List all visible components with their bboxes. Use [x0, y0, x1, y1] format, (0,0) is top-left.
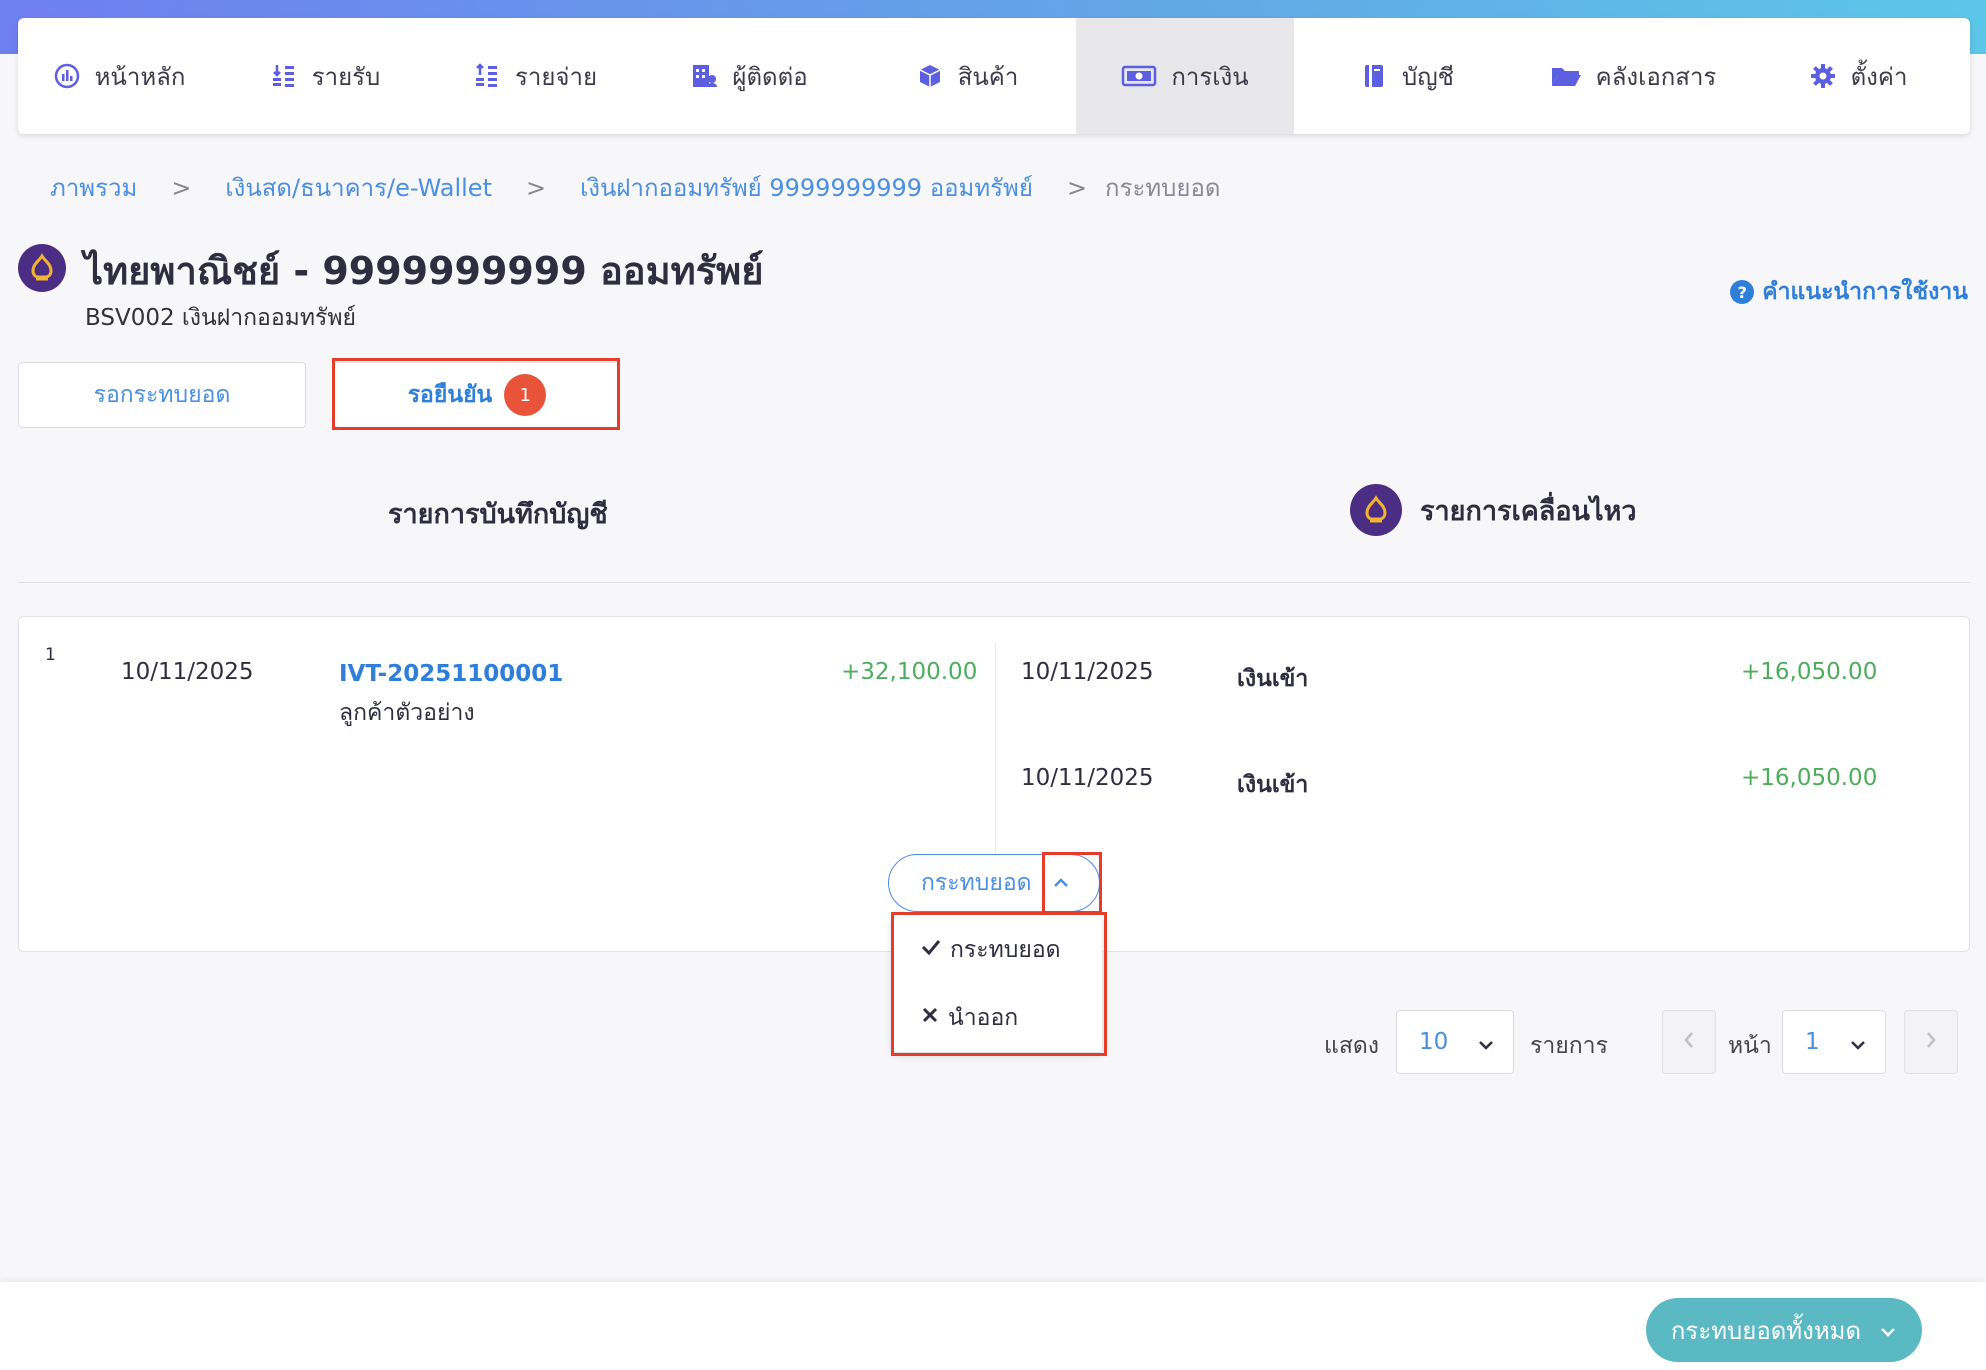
- help-label: คำแนะนำการใช้งาน: [1762, 279, 1968, 305]
- tab-label: รอยืนยัน: [407, 382, 493, 408]
- movement-type: เงินเข้า: [1237, 666, 1309, 692]
- movement-type: เงินเข้า: [1237, 772, 1309, 798]
- question-icon: ?: [1730, 280, 1755, 304]
- nav-item-products[interactable]: สินค้า: [858, 18, 1076, 134]
- nav-item-documents[interactable]: คลังเอกสาร: [1520, 18, 1746, 134]
- breadcrumb-current: กระทบยอด: [1105, 174, 1221, 202]
- column-heading-book: รายการบันทึกบัญชี: [388, 492, 608, 535]
- column-heading-label: รายการเคลื่อนไหว: [1420, 495, 1637, 527]
- nav-item-settings[interactable]: ตั้งค่า: [1746, 18, 1970, 134]
- chevron-left-icon: [1683, 1030, 1695, 1054]
- folder-icon: [1550, 62, 1582, 90]
- nav-item-accounting[interactable]: บัญชี: [1294, 18, 1520, 134]
- document-number-link[interactable]: IVT-20251100001: [339, 661, 563, 687]
- column-heading-label: รายการบันทึกบัญชี: [388, 499, 608, 530]
- movement-date: 10/11/2025: [1021, 765, 1154, 791]
- main-navbar: หน้าหลัก รายรับ รายจ่าย ผู้ติดต่อ สินค้า…: [18, 18, 1970, 134]
- breadcrumb-overview[interactable]: ภาพรวม: [50, 168, 137, 207]
- breadcrumb-cash-bank[interactable]: เงินสด/ธนาคาร/e-Wallet: [225, 168, 492, 207]
- tab-pending-match[interactable]: รอกระทบยอด: [18, 362, 306, 428]
- scb-bank-logo-icon: [1350, 484, 1402, 536]
- match-button-label: กระทบยอด: [921, 870, 1032, 896]
- nav-item-contacts[interactable]: ผู้ติดต่อ: [640, 18, 858, 134]
- menu-item-label: นำออก: [948, 1005, 1019, 1031]
- page-size-value: 10: [1419, 1029, 1449, 1055]
- nav-item-expense[interactable]: รายจ่าย: [430, 18, 640, 134]
- book-amount: +32,100.00: [841, 659, 978, 685]
- page-value: 1: [1805, 1029, 1820, 1055]
- count-badge: 1: [504, 374, 547, 416]
- money-icon: [1121, 62, 1157, 90]
- tab-pending-confirm[interactable]: รอยืนยัน 1: [334, 362, 620, 428]
- box-icon: [916, 62, 944, 90]
- tab-label: รอกระทบยอด: [93, 382, 231, 408]
- movement-amount: +16,050.00: [1741, 659, 1878, 685]
- chevron-up-icon[interactable]: [1047, 869, 1075, 897]
- next-page-button[interactable]: [1904, 1010, 1958, 1074]
- contacts-icon: [690, 62, 718, 90]
- breadcrumb-separator: >: [171, 173, 192, 202]
- nav-item-income[interactable]: รายรับ: [220, 18, 430, 134]
- page-size-select[interactable]: 10: [1396, 1010, 1514, 1074]
- match-all-label: กระทบยอดทั้งหมด: [1670, 1316, 1862, 1345]
- nav-label: ผู้ติดต่อ: [732, 62, 808, 91]
- menu-item-label: กระทบยอด: [950, 937, 1061, 963]
- page-label: หน้า: [1728, 1033, 1772, 1059]
- ledger-icon: [1360, 62, 1388, 90]
- chevron-right-icon: [1925, 1030, 1937, 1054]
- breadcrumb-separator: >: [525, 173, 547, 202]
- match-all-button[interactable]: กระทบยอดทั้งหมด: [1646, 1298, 1922, 1362]
- movement-amount: +16,050.00: [1741, 765, 1878, 791]
- nav-label: หน้าหลัก: [94, 62, 186, 91]
- chevron-down-icon: [1849, 1031, 1867, 1057]
- breadcrumb-account[interactable]: เงินฝากออมทรัพย์ 9999999999 ออมทรัพย์: [580, 168, 1033, 207]
- nav-item-finance[interactable]: การเงิน: [1076, 18, 1294, 134]
- income-icon: [270, 62, 298, 90]
- nav-label: ตั้งค่า: [1850, 62, 1908, 91]
- chevron-down-icon: [1879, 1316, 1897, 1344]
- page-select[interactable]: 1: [1782, 1010, 1886, 1074]
- dashboard-icon: [53, 62, 81, 90]
- chevron-down-icon: [1477, 1031, 1495, 1057]
- close-icon: [920, 1005, 940, 1031]
- column-heading-bank: รายการเคลื่อนไหว: [1350, 484, 1637, 536]
- menu-item-match[interactable]: กระทบยอด: [920, 932, 1061, 968]
- nav-label: บัญชี: [1402, 62, 1454, 91]
- book-date: 10/11/2025: [121, 659, 254, 685]
- expense-icon: [473, 62, 501, 90]
- page-title: ไทยพาณิชย์ - 9999999999 ออมทรัพย์: [84, 249, 764, 293]
- nav-item-home[interactable]: หน้าหลัก: [18, 18, 220, 134]
- nav-label: รายรับ: [311, 62, 381, 91]
- breadcrumb-separator: >: [1066, 173, 1088, 202]
- check-icon: [920, 937, 942, 963]
- section-divider: [18, 582, 1970, 583]
- nav-label: สินค้า: [957, 62, 1019, 91]
- gear-icon: [1809, 62, 1837, 90]
- nav-label: รายจ่าย: [514, 62, 598, 91]
- row-index: 1: [45, 645, 56, 665]
- menu-item-remove[interactable]: นำออก: [920, 1000, 1018, 1036]
- account-subtitle: BSV002 เงินฝากออมทรัพย์: [85, 305, 356, 331]
- contact-name: ลูกค้าตัวอย่าง: [339, 700, 475, 726]
- nav-label: การเงิน: [1171, 62, 1249, 91]
- show-label: แสดง: [1324, 1033, 1380, 1059]
- column-divider: [995, 643, 996, 869]
- items-label: รายการ: [1530, 1033, 1608, 1059]
- help-link[interactable]: ? คำแนะนำการใช้งาน: [1730, 274, 1968, 310]
- match-dropdown-menu: กระทบยอด นำออก: [892, 914, 1102, 1052]
- prev-page-button[interactable]: [1662, 1010, 1716, 1074]
- nav-label: คลังเอกสาร: [1595, 62, 1717, 91]
- match-button[interactable]: กระทบยอด: [888, 854, 1100, 912]
- movement-date: 10/11/2025: [1021, 659, 1154, 685]
- breadcrumb: ภาพรวม > เงินสด/ธนาคาร/e-Wallet > เงินฝา…: [50, 168, 1220, 207]
- scb-bank-logo-icon: [18, 244, 66, 292]
